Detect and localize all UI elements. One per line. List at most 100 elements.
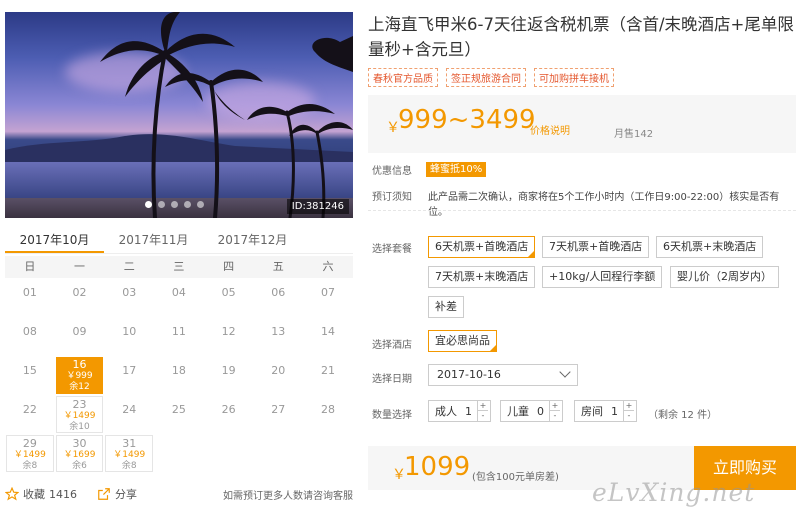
day-number: 11 xyxy=(171,325,186,338)
date-select[interactable]: 2017-10-16 xyxy=(428,364,578,386)
day-number: 22 xyxy=(22,403,37,416)
divider xyxy=(368,210,796,211)
calendar-day-available[interactable]: 29 ￥1499 余8 xyxy=(6,435,54,472)
day-number xyxy=(204,434,254,442)
day-number: 17 xyxy=(122,364,137,377)
weekday-label: 六 xyxy=(322,260,334,273)
carousel-dot[interactable] xyxy=(197,201,204,208)
package-option[interactable]: 7天机票+首晚酒店 xyxy=(542,236,650,258)
notice-text: 此产品需二次确认，商家将在5个工作小时内（工作日9:00-22:00）核实是否有… xyxy=(428,192,780,218)
tab-month-nov[interactable]: 2017年11月 xyxy=(104,228,203,253)
product-photo[interactable]: ID:381246 xyxy=(5,12,353,218)
calendar-day: 14 xyxy=(303,317,353,356)
favorite-button[interactable]: 收藏 1416 xyxy=(5,486,77,502)
share-label: 分享 xyxy=(115,488,137,501)
day-remaining: 余12 xyxy=(69,382,90,392)
calendar-day-available[interactable]: 23 ￥1499 余10 xyxy=(55,396,104,433)
calendar-day-available[interactable]: 30 ￥1699 余6 xyxy=(55,435,104,472)
day-number: 24 xyxy=(122,403,137,416)
remaining-stock: （剩余 12 件） xyxy=(648,410,718,421)
calendar-day: 09 xyxy=(55,317,105,356)
date-label: 选择日期 xyxy=(372,374,412,385)
hotel-option[interactable]: 宜必思尚品 xyxy=(428,330,497,352)
price-box: ￥ 999~3499 价格说明 月售142 xyxy=(368,95,796,153)
day-number: 27 xyxy=(271,403,286,416)
calendar-day xyxy=(204,434,254,473)
child-value: 0 xyxy=(537,404,544,418)
day-price: ￥1499 xyxy=(113,450,146,460)
customer-service-hint[interactable]: 如需预订更多人数请咨询客服 xyxy=(223,487,353,502)
product-tag: 可加购拼车接机 xyxy=(534,68,614,87)
calendar-day: 17 xyxy=(104,356,154,395)
calendar: 日 一 二 三 四 五 六 01 02 03 04 05 06 07 08 09 10 11 12 13… xyxy=(5,256,353,473)
weekday-label: 五 xyxy=(272,260,284,273)
calendar-day: 25 xyxy=(154,395,204,434)
product-title: 上海直飞甲米6-7天往返含税机票（含首/末晚酒店+尾单限量秒+含元旦） xyxy=(368,15,794,59)
day-remaining: 余6 xyxy=(72,461,87,471)
carousel-dot[interactable] xyxy=(158,201,165,208)
calendar-day: 26 xyxy=(204,395,254,434)
calendar-day: 01 xyxy=(5,278,55,317)
calendar-day-available[interactable]: 31 ￥1499 余8 xyxy=(105,435,154,472)
decrement-button[interactable]: - xyxy=(624,411,634,421)
carousel-dot[interactable] xyxy=(145,201,152,208)
weekday-label: 日 xyxy=(24,260,36,273)
calendar-week-row: 08 09 10 11 12 13 14 xyxy=(5,317,353,356)
package-option[interactable]: +10kg/人回程行李额 xyxy=(542,266,663,288)
calendar-day: 19 xyxy=(204,356,254,395)
package-option[interactable]: 6天机票+首晚酒店 xyxy=(428,236,536,258)
total-price: 1099 xyxy=(404,452,471,482)
calendar-grid: 01 02 03 04 05 06 07 08 09 10 11 12 13 14 15 16 ￥999 余12 1… xyxy=(5,278,353,473)
hotel-label: 选择酒店 xyxy=(372,340,412,351)
room-stepper[interactable]: 房间 1 + - xyxy=(574,400,637,422)
adult-stepper[interactable]: 成人 1 + - xyxy=(428,400,491,422)
share-button[interactable]: 分享 xyxy=(97,486,137,502)
day-number: 07 xyxy=(320,286,335,299)
tab-month-oct[interactable]: 2017年10月 xyxy=(5,228,104,253)
day-number: 28 xyxy=(320,403,335,416)
decrement-button[interactable]: - xyxy=(478,411,488,421)
monthly-sales: 月售142 xyxy=(614,129,654,140)
day-number: 10 xyxy=(122,325,137,338)
discount-label: 优惠信息 xyxy=(372,166,412,177)
calendar-day: 15 xyxy=(5,356,55,395)
decrement-button[interactable]: - xyxy=(550,411,560,421)
child-stepper[interactable]: 儿童 0 + - xyxy=(500,400,563,422)
increment-button[interactable]: + xyxy=(550,401,560,411)
day-number: 21 xyxy=(320,364,335,377)
day-number: 04 xyxy=(171,286,186,299)
product-tag: 签正规旅游合同 xyxy=(446,68,526,87)
carousel-dot[interactable] xyxy=(184,201,191,208)
day-price: ￥1699 xyxy=(63,450,96,460)
day-number xyxy=(303,434,353,442)
increment-button[interactable]: + xyxy=(624,401,634,411)
discount-badge: 蜂蜜抵10% xyxy=(426,162,487,177)
product-tags: 春秋官方品质 签正规旅游合同 可加购拼车接机 xyxy=(368,68,796,87)
calendar-day-available[interactable]: 16 ￥999 余12 xyxy=(55,357,104,394)
package-option[interactable]: 补差 xyxy=(428,296,464,318)
increment-button[interactable]: + xyxy=(478,401,488,411)
price-explanation-link[interactable]: 价格说明 xyxy=(530,122,570,137)
palm-trees xyxy=(100,12,353,218)
watermark-logo: eLvXing.net xyxy=(592,478,756,507)
calendar-day: 02 xyxy=(55,278,105,317)
tab-month-dec[interactable]: 2017年12月 xyxy=(203,228,302,253)
date-value: 2017-10-16 xyxy=(437,368,501,381)
booking-options: 优惠信息 蜂蜜抵10% 预订须知 此产品需二次确认，商家将在5个工作小时内（工作… xyxy=(368,152,796,442)
package-option[interactable]: 7天机票+末晚酒店 xyxy=(428,266,536,288)
favorite-label: 收藏 xyxy=(23,488,45,501)
weekday-label: 二 xyxy=(123,260,135,273)
calendar-week-row: 29 ￥1499 余8 30 ￥1699 余6 31 ￥1499 余8 xyxy=(5,434,353,473)
right-column: 上海直飞甲米6-7天往返含税机票（含首/末晚酒店+尾单限量秒+含元旦） 春秋官方… xyxy=(368,12,796,490)
left-footer: 收藏 1416 分享 如需预订更多人数请咨询客服 xyxy=(5,486,353,502)
day-number: 05 xyxy=(221,286,236,299)
package-option[interactable]: 6天机票+末晚酒店 xyxy=(656,236,764,258)
weekday-label: 四 xyxy=(223,260,235,273)
calendar-day xyxy=(154,434,204,473)
left-column: ID:381246 2017年10月 2017年11月 2017年12月 日 一… xyxy=(5,12,353,473)
calendar-day: 07 xyxy=(303,278,353,317)
calendar-day: 05 xyxy=(204,278,254,317)
package-label: 选择套餐 xyxy=(372,244,412,255)
package-option[interactable]: 婴儿价（2周岁内） xyxy=(670,266,779,288)
carousel-dot[interactable] xyxy=(171,201,178,208)
